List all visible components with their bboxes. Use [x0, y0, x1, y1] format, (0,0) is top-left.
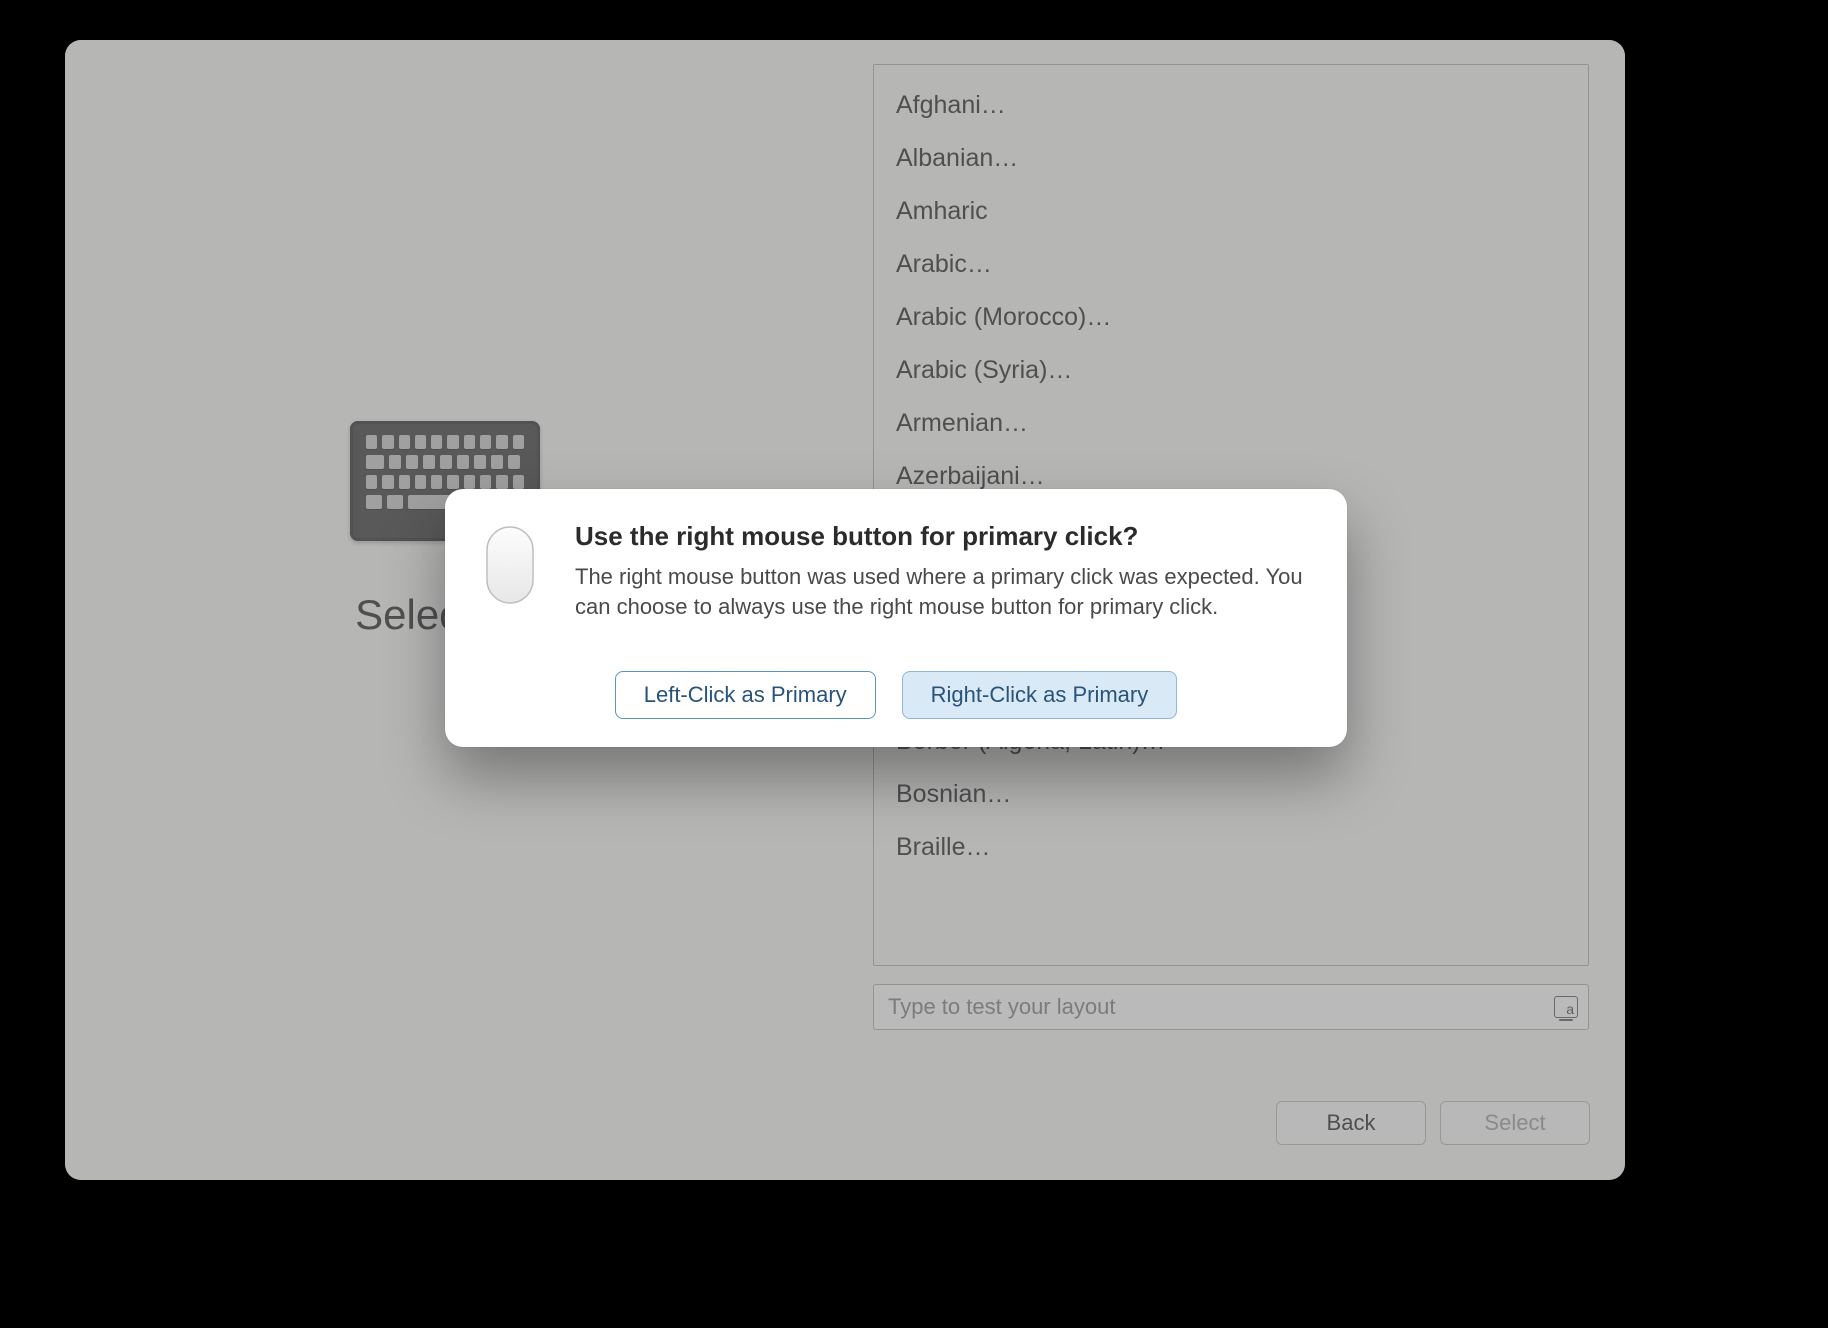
primary-click-dialog: Use the right mouse button for primary c…	[445, 489, 1347, 747]
left-click-primary-button[interactable]: Left-Click as Primary	[615, 671, 876, 719]
right-click-primary-button[interactable]: Right-Click as Primary	[902, 671, 1178, 719]
setup-window: Select Ke Afghani… Albanian… Amharic Ara…	[65, 40, 1625, 1180]
mouse-icon	[485, 525, 535, 605]
dialog-body: The right mouse button was used where a …	[575, 562, 1311, 621]
dialog-title: Use the right mouse button for primary c…	[575, 521, 1311, 552]
